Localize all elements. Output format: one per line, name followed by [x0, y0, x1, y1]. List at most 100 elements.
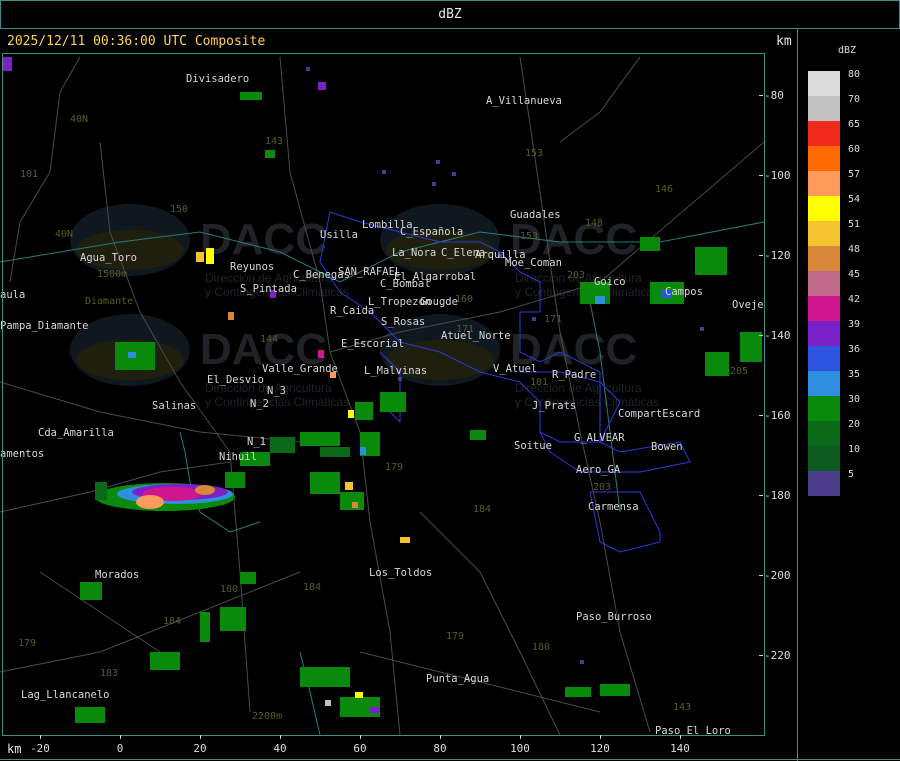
svg-text:y Contingencias Climáticas: y Contingencias Climáticas: [205, 395, 349, 409]
legend-swatch: [808, 296, 840, 321]
place-aula: aula: [0, 289, 25, 301]
place-divisadero: Divisadero: [186, 73, 249, 85]
frame-divider: [797, 28, 798, 761]
place-atuel-norte: Atuel_Norte: [441, 330, 511, 342]
y-tick-label: -120: [764, 249, 791, 262]
legend-swatch: [808, 446, 840, 471]
legend-swatch: [808, 471, 840, 496]
svg-text:146: 146: [655, 184, 673, 195]
place-g-alvear: G_ALVEAR: [574, 432, 625, 444]
window-title-bar: dBZ: [0, 0, 900, 29]
place-n2: N_2: [250, 398, 269, 410]
legend-swatch: [808, 271, 840, 296]
place-r-caida: R_Caida: [330, 305, 374, 317]
place-amentos: amentos: [0, 448, 44, 460]
svg-text:183: 183: [100, 668, 118, 679]
place-punta-agua: Punta_Agua: [426, 673, 489, 685]
y-tick-label: -80: [764, 89, 784, 102]
x-tick-label: 60: [353, 742, 367, 755]
y-tick-mark: [759, 575, 763, 576]
place-la-nora: La_Nora: [392, 247, 436, 259]
legend-value: 30: [848, 394, 861, 405]
legend-swatch: [808, 371, 840, 396]
x-tick-label: 20: [193, 742, 207, 755]
svg-text:143: 143: [265, 136, 283, 147]
svg-text:144: 144: [260, 334, 278, 345]
place-n3: N_3: [267, 385, 286, 397]
y-tick-label: -140: [764, 329, 791, 342]
place-c-espanola: C_Española: [400, 226, 463, 238]
x-tick-label: 120: [590, 742, 610, 755]
legend-value: 5: [848, 469, 855, 480]
place-carmensa: Carmensa: [588, 501, 639, 513]
x-tick-mark: [360, 735, 361, 739]
place-bowen: Bowen: [651, 441, 683, 453]
y-tick-mark: [759, 655, 763, 656]
legend-value: 36: [848, 344, 861, 355]
legend-swatch: [808, 171, 840, 196]
legend-swatch: [808, 71, 840, 96]
place-c-bombal: C_Bombal: [380, 278, 431, 290]
svg-text:184: 184: [163, 616, 181, 627]
place-cda-amarilla: Cda_Amarilla: [38, 427, 114, 439]
legend-value: 54: [848, 194, 861, 205]
y-tick-label: -220: [764, 649, 791, 662]
legend-title: dBZ: [838, 45, 857, 56]
place-s-pintada: S_Pintada: [240, 283, 297, 295]
svg-text:Diamante: Diamante: [85, 296, 133, 307]
y-tick-label: -200: [764, 569, 791, 582]
place-reyunos: Reyunos: [230, 261, 274, 273]
legend-swatch: [808, 246, 840, 271]
place-soitue: Soitue: [514, 440, 552, 452]
svg-text:153: 153: [520, 231, 538, 242]
svg-text:2200m: 2200m: [252, 711, 282, 722]
place-l-malvinas: L_Malvinas: [364, 365, 427, 377]
place-salinas: Salinas: [152, 400, 196, 412]
place-oveje: Oveje: [732, 299, 764, 311]
place-los-toldos: Los_Toldos: [369, 567, 432, 579]
legend-value: 45: [848, 269, 861, 280]
legend-value: 80: [848, 69, 861, 80]
y-tick-label: -180: [764, 489, 791, 502]
svg-text:101: 101: [20, 169, 38, 180]
radar-map[interactable]: DACC Dirección de Agricultura y Continge…: [0, 52, 764, 735]
x-tick-label: 40: [273, 742, 287, 755]
timestamp-label: 2025/12/11 00:36:00 UTC Composite: [7, 34, 266, 49]
place-agua-toro: Agua_Toro: [80, 252, 137, 264]
place-valle-grande: Valle_Grande: [262, 363, 338, 375]
frame-divider-bottom: [0, 759, 900, 760]
y-tick-mark: [759, 415, 763, 416]
x-tick-mark: [280, 735, 281, 739]
x-tick-label: 100: [510, 742, 530, 755]
place-guadales: Guadales: [510, 209, 561, 221]
x-tick-label: 0: [116, 742, 124, 755]
svg-text:181: 181: [530, 377, 548, 388]
svg-text:40N: 40N: [70, 114, 88, 125]
y-tick-label: -100: [764, 169, 791, 182]
svg-text:153: 153: [525, 148, 543, 159]
place-s-rosas: S_Rosas: [381, 316, 425, 328]
place-compart-escard: CompartEscard: [618, 408, 700, 420]
svg-text:150: 150: [170, 204, 188, 215]
y-tick-mark: [759, 175, 763, 176]
unit-label-top: km: [776, 34, 792, 49]
svg-text:205: 205: [730, 366, 748, 377]
x-tick-mark: [120, 735, 121, 739]
svg-text:184: 184: [473, 504, 491, 515]
y-tick-mark: [759, 255, 763, 256]
legend-value: 39: [848, 319, 861, 330]
place-morados: Morados: [95, 569, 139, 581]
svg-text:180: 180: [532, 642, 550, 653]
place-n1: N_1: [247, 436, 266, 448]
svg-text:171: 171: [544, 314, 562, 325]
window-title: dBZ: [438, 7, 462, 22]
place-e-escorial: E_Escorial: [341, 338, 404, 350]
place-c-benegas: C_Benegas: [293, 269, 350, 281]
place-goico: Goico: [594, 276, 626, 288]
legend-value: 70: [848, 94, 861, 105]
place-paso-el-loro: Paso_El_Loro: [655, 725, 731, 735]
x-tick-mark: [680, 735, 681, 739]
legend-swatch: [808, 396, 840, 421]
svg-text:179: 179: [18, 638, 36, 649]
legend-swatch: [808, 346, 840, 371]
